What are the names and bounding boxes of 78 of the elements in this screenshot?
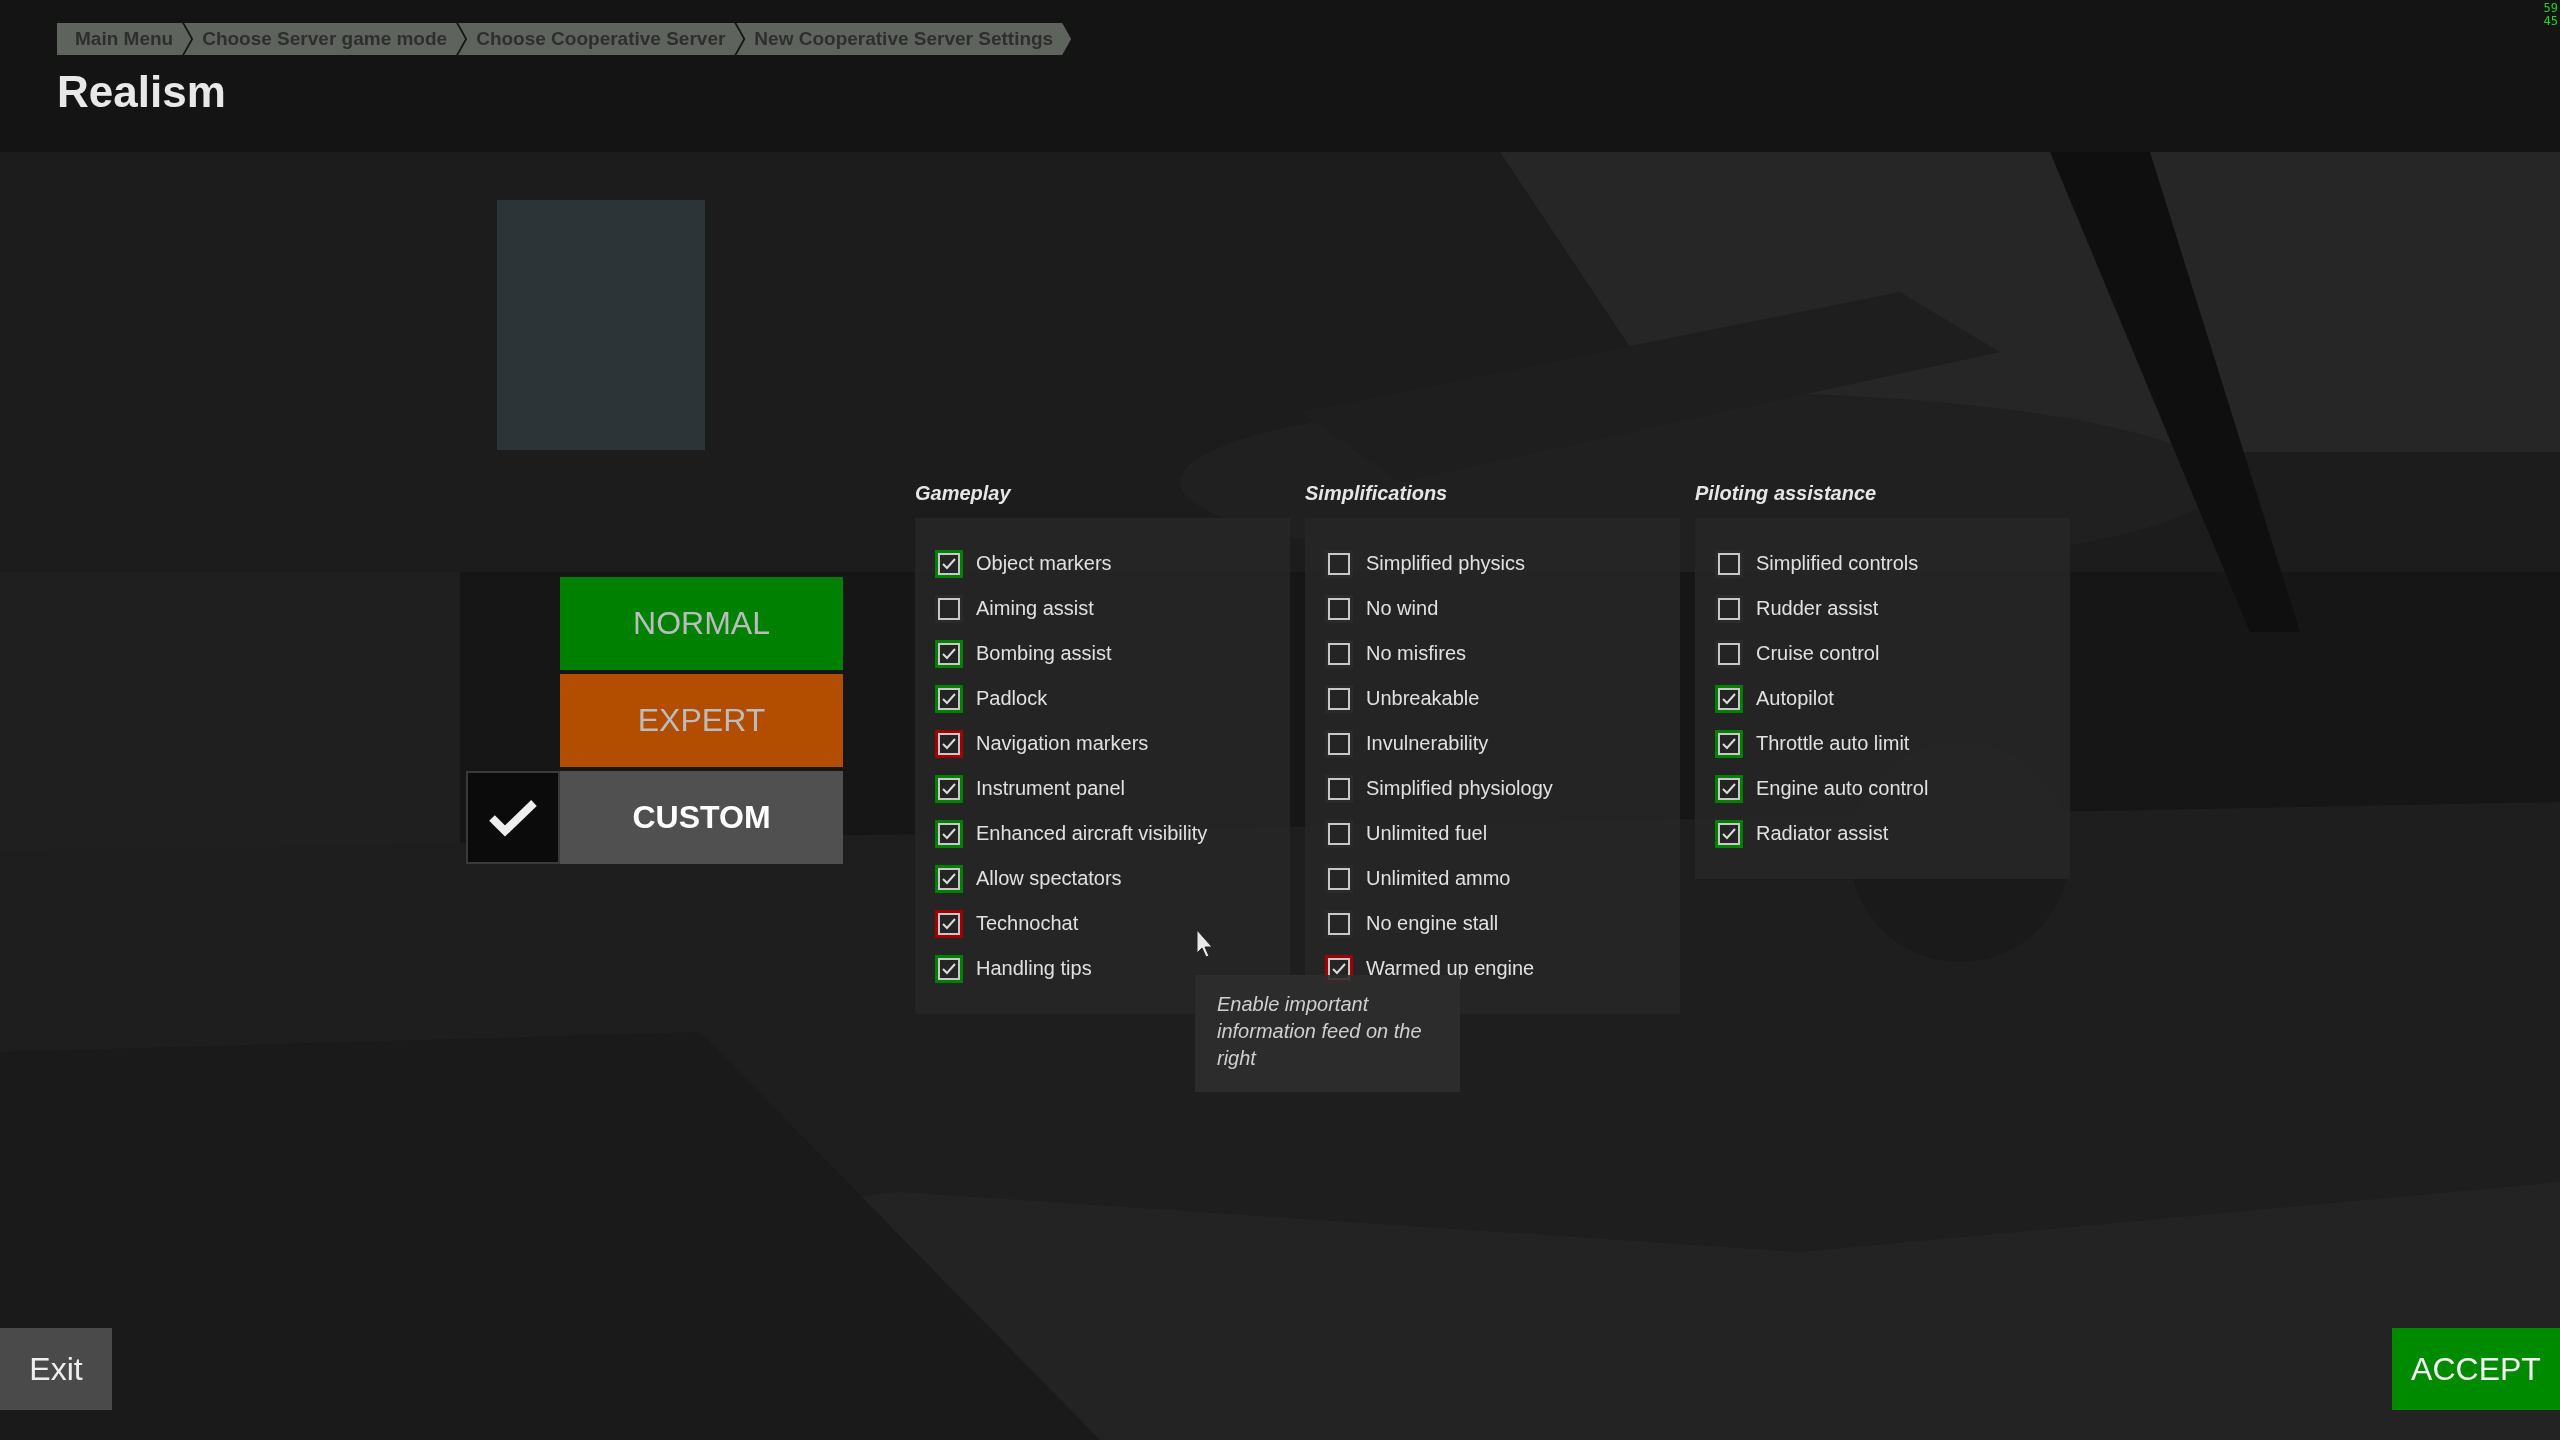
option-label: Cruise control xyxy=(1756,642,1880,665)
option-label: Allow spectators xyxy=(976,867,1122,890)
option-label: Engine auto control xyxy=(1756,777,1929,800)
checkbox[interactable] xyxy=(1715,639,1743,668)
checkbox[interactable] xyxy=(1715,684,1743,713)
checkbox[interactable] xyxy=(1325,549,1353,578)
option-label: Radiator assist xyxy=(1756,822,1889,845)
check-icon xyxy=(942,872,956,885)
checkbox[interactable] xyxy=(1715,594,1743,623)
option-label: Object markers xyxy=(976,552,1112,575)
checkbox[interactable] xyxy=(935,819,963,848)
option-label: Simplified physics xyxy=(1366,552,1525,575)
accept-button[interactable]: ACCEPT xyxy=(2392,1328,2560,1410)
option-label: Unlimited fuel xyxy=(1366,822,1488,845)
check-icon xyxy=(1722,782,1736,795)
check-icon xyxy=(942,647,956,660)
checkbox[interactable] xyxy=(1715,774,1743,803)
checkbox[interactable] xyxy=(1325,774,1353,803)
option-label: No engine stall xyxy=(1366,912,1499,935)
check-icon xyxy=(942,782,956,795)
option-label: Instrument panel xyxy=(976,777,1125,800)
option-label: Throttle auto limit xyxy=(1756,732,1910,755)
checkbox[interactable] xyxy=(1325,639,1353,668)
checkbox[interactable] xyxy=(1325,819,1353,848)
exit-button[interactable]: Exit xyxy=(0,1328,112,1410)
checkbox[interactable] xyxy=(1325,909,1353,938)
check-icon xyxy=(1722,692,1736,705)
checkbox[interactable] xyxy=(1325,594,1353,623)
option-label: Unlimited ammo xyxy=(1366,867,1511,890)
checkbox[interactable] xyxy=(935,549,963,578)
fps-counter: 59 xyxy=(2543,2,2558,15)
checkbox[interactable] xyxy=(935,774,963,803)
checkbox[interactable] xyxy=(1715,549,1743,578)
checkbox[interactable] xyxy=(1325,729,1353,758)
tooltip: Enable important information feed on the right xyxy=(1195,975,1460,1092)
option-label: Enhanced aircraft visibility xyxy=(976,822,1208,845)
checkbox[interactable] xyxy=(935,729,963,758)
preset-button[interactable]: EXPERT xyxy=(560,674,843,767)
fps-counter: 45 xyxy=(2543,15,2558,28)
option-label: Technochat xyxy=(976,912,1079,935)
preset-button[interactable]: NORMAL xyxy=(560,577,843,670)
checkbox[interactable] xyxy=(935,639,963,668)
check-icon xyxy=(942,962,956,975)
option-label: Simplified physiology xyxy=(1366,777,1553,800)
checkbox[interactable] xyxy=(935,864,963,893)
group-heading: Simplifications xyxy=(1305,481,1448,506)
check-icon xyxy=(942,827,956,840)
option-label: Autopilot xyxy=(1756,687,1834,710)
page-title: Realism xyxy=(57,67,226,117)
option-label: Bombing assist xyxy=(976,642,1112,665)
group-heading: Piloting assistance xyxy=(1695,481,1877,506)
option-label: No misfires xyxy=(1366,642,1466,665)
option-label: Handling tips xyxy=(976,957,1092,980)
check-icon xyxy=(942,737,956,750)
check-icon xyxy=(942,917,956,930)
check-icon xyxy=(1332,962,1346,975)
option-label: Navigation markers xyxy=(976,732,1149,755)
preset-button[interactable]: CUSTOM xyxy=(560,771,843,864)
option-label: Aiming assist xyxy=(976,597,1094,620)
option-label: Invulnerability xyxy=(1366,732,1489,755)
checkbox[interactable] xyxy=(935,684,963,713)
check-icon xyxy=(1722,827,1736,840)
option-label: Padlock xyxy=(976,687,1048,710)
checkbox[interactable] xyxy=(1325,684,1353,713)
option-label: No wind xyxy=(1366,597,1439,620)
checkbox[interactable] xyxy=(935,909,963,938)
option-label: Unbreakable xyxy=(1366,687,1480,710)
checkbox[interactable] xyxy=(935,954,963,983)
check-icon xyxy=(942,557,956,570)
option-label: Simplified controls xyxy=(1756,552,1919,575)
option-label: Rudder assist xyxy=(1756,597,1879,620)
checkbox[interactable] xyxy=(935,594,963,623)
check-icon xyxy=(942,692,956,705)
check-icon xyxy=(1722,737,1736,750)
checkbox[interactable] xyxy=(1715,819,1743,848)
checkbox[interactable] xyxy=(1715,729,1743,758)
group-heading: Gameplay xyxy=(915,481,1011,506)
checkbox[interactable] xyxy=(1325,864,1353,893)
